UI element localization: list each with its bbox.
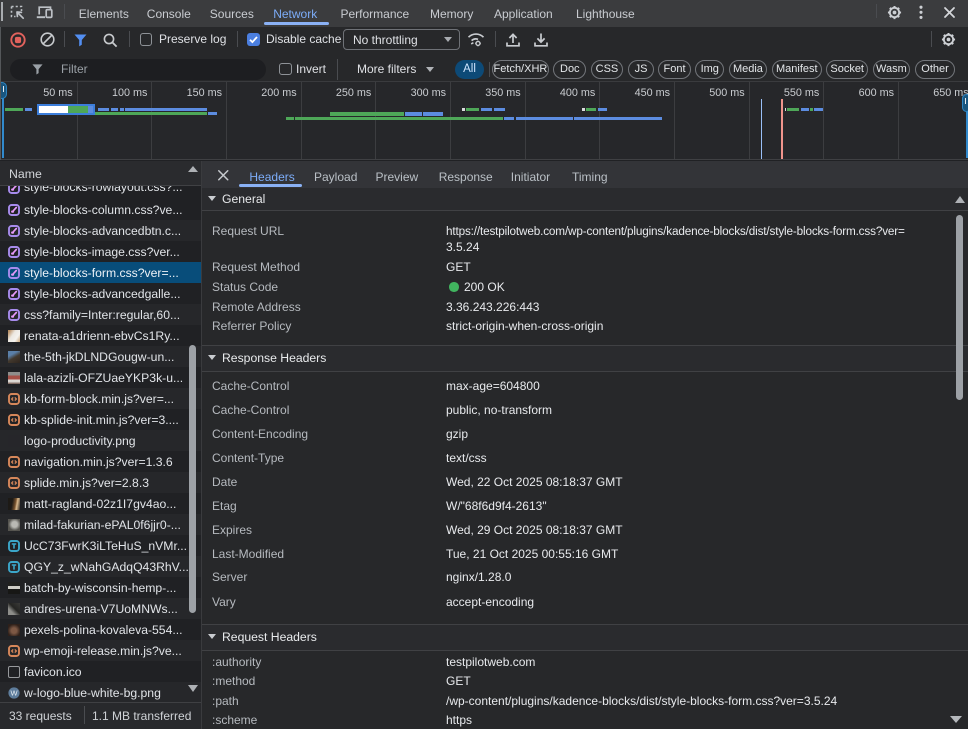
svg-text:W: W xyxy=(10,688,18,697)
